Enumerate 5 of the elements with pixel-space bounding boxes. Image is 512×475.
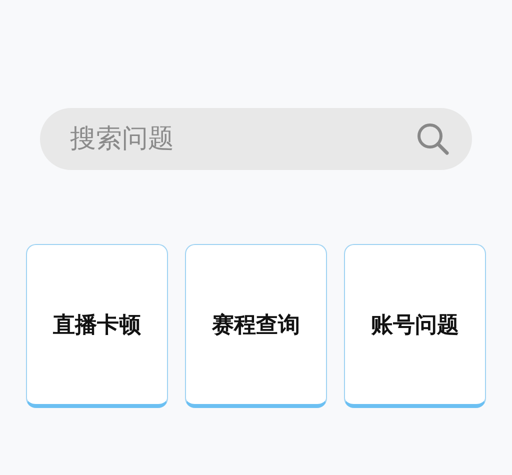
topic-card[interactable]: 直播卡顿 [26, 244, 168, 408]
search-field[interactable]: 搜索问题 [40, 108, 472, 170]
topic-card[interactable]: 赛程查询 [185, 244, 327, 408]
search-icon[interactable] [416, 122, 450, 156]
topic-card[interactable]: 账号问题 [344, 244, 486, 408]
